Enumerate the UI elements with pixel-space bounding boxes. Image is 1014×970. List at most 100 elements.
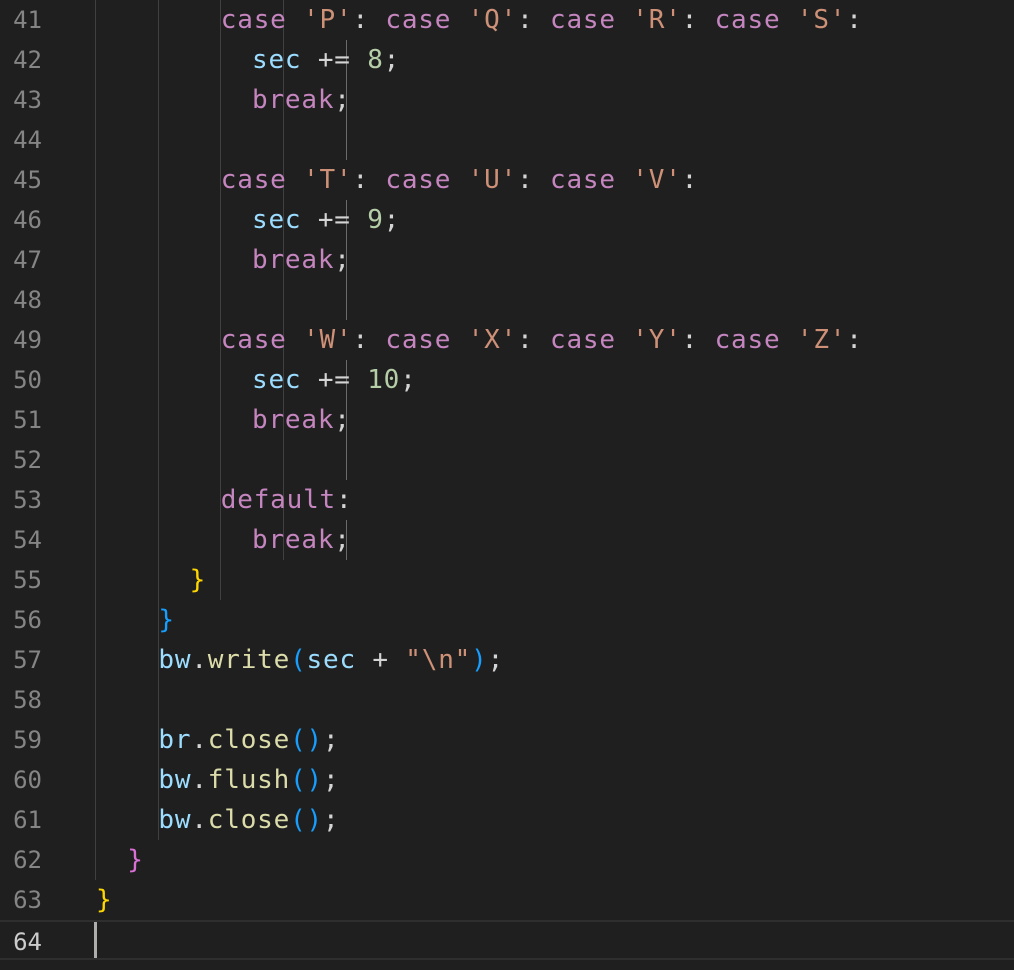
code-line[interactable]: 60 bw.flush(); <box>0 760 1014 800</box>
code-token: 9 <box>367 205 384 235</box>
code-line[interactable]: 48 <box>0 280 1014 320</box>
code-text: case 'P': case 'Q': case 'R': case 'S': <box>221 0 863 40</box>
code-line[interactable]: 59 br.close(); <box>0 720 1014 760</box>
code-token: case <box>220 165 287 195</box>
code-token: case <box>549 165 616 195</box>
code-line[interactable]: 52 <box>0 440 1014 480</box>
code-token: . <box>191 765 208 795</box>
code-token: : <box>335 485 353 515</box>
code-line[interactable]: 49 case 'W': case 'X': case 'Y': case 'Z'… <box>0 320 1014 360</box>
code-line[interactable]: 50 sec += 10; <box>0 360 1014 400</box>
code-text: default: <box>221 480 353 520</box>
line-number: 51 <box>13 406 42 434</box>
code-line[interactable]: 53 default: <box>0 480 1014 520</box>
code-line[interactable]: 56} <box>0 600 1014 640</box>
code-token: 'R' <box>632 5 682 35</box>
code-line[interactable]: 64 <box>0 920 1014 960</box>
code-token: case <box>385 325 452 355</box>
line-number: 50 <box>13 366 42 394</box>
code-token: sec <box>252 365 302 395</box>
code-line[interactable]: 45 case 'T': case 'U': case 'V': <box>0 160 1014 200</box>
code-line[interactable]: 61 bw.close(); <box>0 800 1014 840</box>
code-text: break; <box>252 520 351 560</box>
code-token: 'Z' <box>796 325 847 355</box>
code-token: 'T' <box>303 165 353 195</box>
code-line[interactable]: 57 bw.write(sec + "\n"); <box>0 640 1014 680</box>
code-token: : <box>681 5 715 35</box>
code-text: sec += 9; <box>252 200 400 240</box>
code-token: () <box>290 725 323 755</box>
code-text: } <box>158 600 174 640</box>
code-token: : <box>681 165 699 195</box>
code-token: flush <box>207 765 291 795</box>
line-number: 43 <box>13 86 42 114</box>
code-token: } <box>127 845 144 875</box>
code-text: sec += 8; <box>252 40 400 80</box>
code-token: bw <box>158 765 192 795</box>
code-text: } <box>190 560 206 600</box>
code-line[interactable]: 44 <box>0 120 1014 160</box>
line-number: 42 <box>13 46 42 74</box>
line-number: 47 <box>13 246 42 274</box>
code-text: case 'W': case 'X': case 'Y': case 'Z': <box>221 320 863 360</box>
code-text: sec += 10; <box>252 360 417 400</box>
line-number: 41 <box>13 6 42 34</box>
line-number: 52 <box>13 446 42 474</box>
code-line[interactable]: 41 case 'P': case 'Q': case 'R': case 'S'… <box>0 0 1014 40</box>
code-token: case <box>549 5 616 35</box>
code-token: ; <box>334 245 351 275</box>
line-number: 53 <box>13 486 42 514</box>
code-token: ; <box>487 645 505 675</box>
code-token: write <box>207 645 291 675</box>
line-number: 49 <box>13 326 42 354</box>
code-token: break <box>252 525 335 555</box>
code-token: : <box>681 325 715 355</box>
code-token: close <box>207 805 291 835</box>
code-token: sec <box>252 45 302 75</box>
code-token: () <box>290 805 323 835</box>
code-line[interactable]: 42 sec += 8; <box>0 40 1014 80</box>
code-token: : <box>352 165 386 195</box>
code-token: 'Y' <box>632 325 682 355</box>
code-text: case 'T': case 'U': case 'V': <box>221 160 698 200</box>
code-token: break <box>252 245 335 275</box>
code-line[interactable]: 54 break; <box>0 520 1014 560</box>
code-token: br <box>158 725 192 755</box>
line-number: 45 <box>13 166 42 194</box>
code-line[interactable]: 51 break; <box>0 400 1014 440</box>
code-token: : <box>352 325 386 355</box>
code-line[interactable]: 58 <box>0 680 1014 720</box>
code-line[interactable]: 62} <box>0 840 1014 880</box>
code-token: ; <box>322 725 340 755</box>
code-token: } <box>158 605 175 635</box>
code-line[interactable]: 55} <box>0 560 1014 600</box>
code-text: break; <box>252 240 351 280</box>
code-token: close <box>207 725 291 755</box>
code-line[interactable]: 47 break; <box>0 240 1014 280</box>
code-token: + <box>355 645 406 675</box>
code-line[interactable]: 46 sec += 9; <box>0 200 1014 240</box>
code-token: case <box>385 5 452 35</box>
code-line[interactable]: 43 break; <box>0 80 1014 120</box>
code-editor[interactable]: 41 case 'P': case 'Q': case 'R': case 'S'… <box>0 0 1014 970</box>
code-text: bw.flush(); <box>158 760 339 800</box>
line-number: 54 <box>13 526 42 554</box>
code-token: 'U' <box>467 165 518 195</box>
code-token: 'X' <box>467 325 518 355</box>
code-token: : <box>517 165 550 195</box>
code-line[interactable]: 63} <box>0 880 1014 920</box>
code-token: case <box>714 5 781 35</box>
line-number: 61 <box>13 806 42 834</box>
code-token: ; <box>334 405 351 435</box>
code-token: 'V' <box>632 165 682 195</box>
code-token: 'P' <box>303 5 353 35</box>
